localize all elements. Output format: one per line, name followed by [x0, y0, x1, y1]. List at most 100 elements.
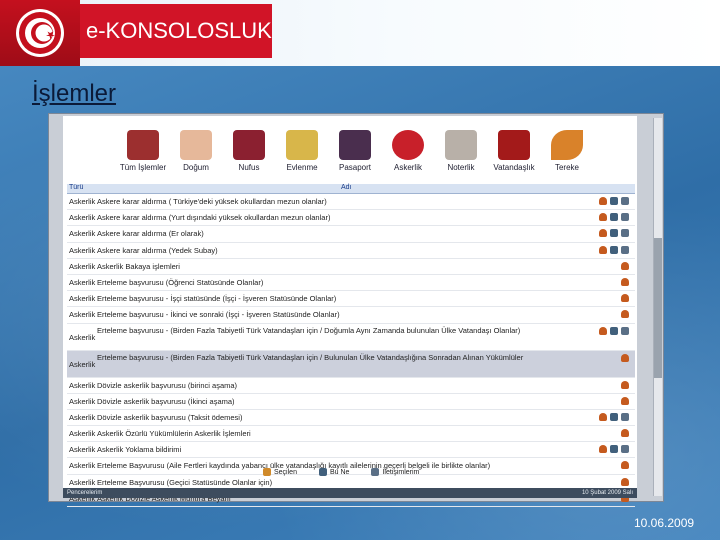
applicant-icon[interactable] [621, 353, 629, 362]
applicant-icon[interactable] [599, 197, 607, 205]
row-name[interactable]: Askerlik Yoklama bildirimi [97, 442, 587, 457]
row-name[interactable]: Erteleme başvurusu (Öğrenci Statüsünde O… [97, 275, 587, 290]
operations-table: Türü Adı Askerlik Askere karar aldırma ( … [67, 184, 635, 507]
people-icon [498, 130, 530, 160]
print-icon[interactable] [621, 326, 629, 335]
scrollbar-thumb[interactable] [654, 238, 662, 378]
row-actions [599, 245, 629, 254]
row-name[interactable]: Erteleme başvurusu - (Birden Fazla Tabiy… [97, 352, 587, 363]
applicant-icon[interactable] [599, 412, 607, 421]
row-type: Askerlik [69, 412, 96, 422]
row-type: Askerlik [69, 245, 96, 255]
applicant-icon[interactable] [599, 326, 607, 335]
row-name[interactable]: Askere karar aldırma (Yedek Subay) [97, 243, 587, 258]
applicant-icon[interactable] [621, 380, 629, 389]
tab-marriage[interactable]: Evlenme [276, 124, 328, 186]
row-actions [599, 445, 629, 454]
table-row[interactable]: Askerlik Dövizle askerlik başvurusu (Taks… [67, 410, 635, 427]
table-row[interactable]: Askerlik Erteleme başvurusu - İkinci ve s… [67, 307, 635, 324]
print-icon[interactable] [621, 229, 629, 238]
edit-icon[interactable] [610, 326, 618, 335]
row-type: Askerlik [69, 359, 96, 369]
applicant-icon[interactable] [621, 277, 629, 286]
contact-link[interactable]: İletişimlerim [371, 468, 419, 476]
print-icon[interactable] [621, 197, 629, 205]
edit-icon [318, 468, 327, 476]
applicant-icon[interactable] [621, 461, 629, 470]
table-row[interactable]: Askerlik Erteleme başvurusu - İşçi statüs… [67, 291, 635, 308]
row-actions [599, 229, 629, 238]
print-icon[interactable] [621, 245, 629, 254]
tab-label: Evlenme [286, 163, 318, 172]
table-row[interactable]: Askerlik Dövizle askerlik başvurusu (İkin… [67, 394, 635, 410]
applicant-icon[interactable] [621, 429, 629, 438]
applicant-icon[interactable] [599, 245, 607, 254]
row-actions [621, 294, 629, 303]
tab-birth[interactable]: Doğum [170, 124, 222, 186]
applicant-icon[interactable] [621, 261, 629, 270]
leaf-icon [551, 130, 583, 160]
print-icon [371, 468, 380, 476]
tab-population[interactable]: Nufus [223, 124, 275, 186]
row-actions [599, 197, 629, 205]
row-name[interactable]: Erteleme başvurusu - İşçi statüsünde (İş… [97, 291, 587, 306]
edit-icon[interactable] [610, 197, 618, 205]
edit-icon[interactable] [610, 229, 618, 238]
edit-icon[interactable] [610, 412, 618, 421]
applicant-icon[interactable] [599, 445, 607, 454]
table-row[interactable]: Askerlik Askerlik Özürlü Yükümlülerin Ask… [67, 426, 635, 443]
tab-citizenship[interactable]: Vatandaşlık [488, 124, 540, 186]
row-name[interactable]: Dövizle askerlik başvurusu (İkinci aşama… [97, 394, 587, 409]
row-type: Askerlik [69, 332, 96, 342]
row-name[interactable]: Dövizle askerlik başvurusu (birinci aşam… [97, 378, 587, 393]
edit-icon[interactable] [610, 213, 618, 222]
row-name[interactable]: Dövizle askerlik başvurusu (Taksit ödeme… [97, 410, 587, 425]
status-bar: Pencerelerim 10 Şubat 2009 Salı [63, 488, 637, 498]
edit-icon[interactable] [610, 245, 618, 254]
applicant-icon[interactable] [621, 294, 629, 303]
table-row[interactable]: Askerlik Askere karar aldırma (Er olarak) [67, 226, 635, 243]
applicant-icon[interactable] [621, 396, 629, 405]
applicant-icon[interactable] [599, 213, 607, 222]
table-row[interactable]: Askerlik Askere karar aldırma (Yurt dışın… [67, 210, 635, 227]
column-header-name[interactable]: Adı [341, 184, 352, 191]
table-row[interactable]: Askerlik Erteleme başvurusu (Öğrenci Stat… [67, 275, 635, 292]
edit-icon[interactable] [610, 445, 618, 454]
table-row[interactable]: Askerlik Dövizle askerlik başvurusu (biri… [67, 378, 635, 394]
applicant-icon[interactable] [621, 477, 629, 486]
table-row[interactable]: Askerlik Erteleme başvurusu - (Birden Faz… [67, 350, 635, 378]
row-name[interactable]: Askerlik Bakaya işlemleri [97, 259, 587, 274]
column-header-type[interactable]: Türü [69, 184, 83, 191]
tab-all-operations[interactable]: Tüm İşlemler [117, 124, 169, 186]
applicant-icon[interactable] [599, 229, 607, 238]
row-name[interactable]: Askerlik Özürlü Yükümlülerin Askerlik İş… [97, 426, 587, 441]
tab-passport[interactable]: Pasaport [329, 124, 381, 186]
tab-notary[interactable]: Noterlik [435, 124, 487, 186]
row-actions [621, 261, 629, 270]
row-type: Askerlik [69, 310, 96, 320]
row-name[interactable]: Askere karar aldırma (Yurt dışındaki yük… [97, 210, 587, 225]
row-name[interactable]: Erteleme başvurusu - İkinci ve sonraki (… [97, 307, 587, 322]
help-link[interactable]: Bu Ne [318, 468, 349, 476]
tab-inheritance[interactable]: Tereke [541, 124, 593, 186]
vertical-scrollbar[interactable] [653, 118, 662, 496]
row-type: Askerlik [69, 197, 96, 206]
table-row[interactable]: Askerlik Askerlik Yoklama bildirimi [67, 442, 635, 459]
tab-label: Vatandaşlık [493, 163, 535, 172]
tab-military[interactable]: Askerlik [382, 124, 434, 186]
print-icon[interactable] [621, 213, 629, 222]
table-row[interactable]: Askerlik Askere karar aldırma (Yedek Suba… [67, 243, 635, 259]
table-row[interactable]: Askerlik Askere karar aldırma ( Türkiye'd… [67, 194, 635, 211]
table-row[interactable]: Askerlik Askerlik Bakaya işlemleri [67, 259, 635, 275]
selected-link[interactable]: Seçilen [263, 468, 297, 476]
page-subtitle: İşlemler [32, 80, 117, 107]
print-icon[interactable] [621, 445, 629, 454]
print-icon[interactable] [621, 412, 629, 421]
row-actions [621, 429, 629, 438]
row-name[interactable]: Erteleme başvurusu - (Birden Fazla Tabiy… [97, 325, 587, 336]
bottom-links: Seçilen Bu Ne İletişimlerim [263, 468, 419, 476]
applicant-icon[interactable] [621, 310, 629, 319]
row-name[interactable]: Askere karar aldırma (Er olarak) [97, 226, 587, 241]
row-name[interactable]: Askere karar aldırma ( Türkiye'deki yüks… [97, 194, 587, 209]
table-row[interactable]: Askerlik Erteleme başvurusu - (Birden Faz… [67, 324, 635, 351]
